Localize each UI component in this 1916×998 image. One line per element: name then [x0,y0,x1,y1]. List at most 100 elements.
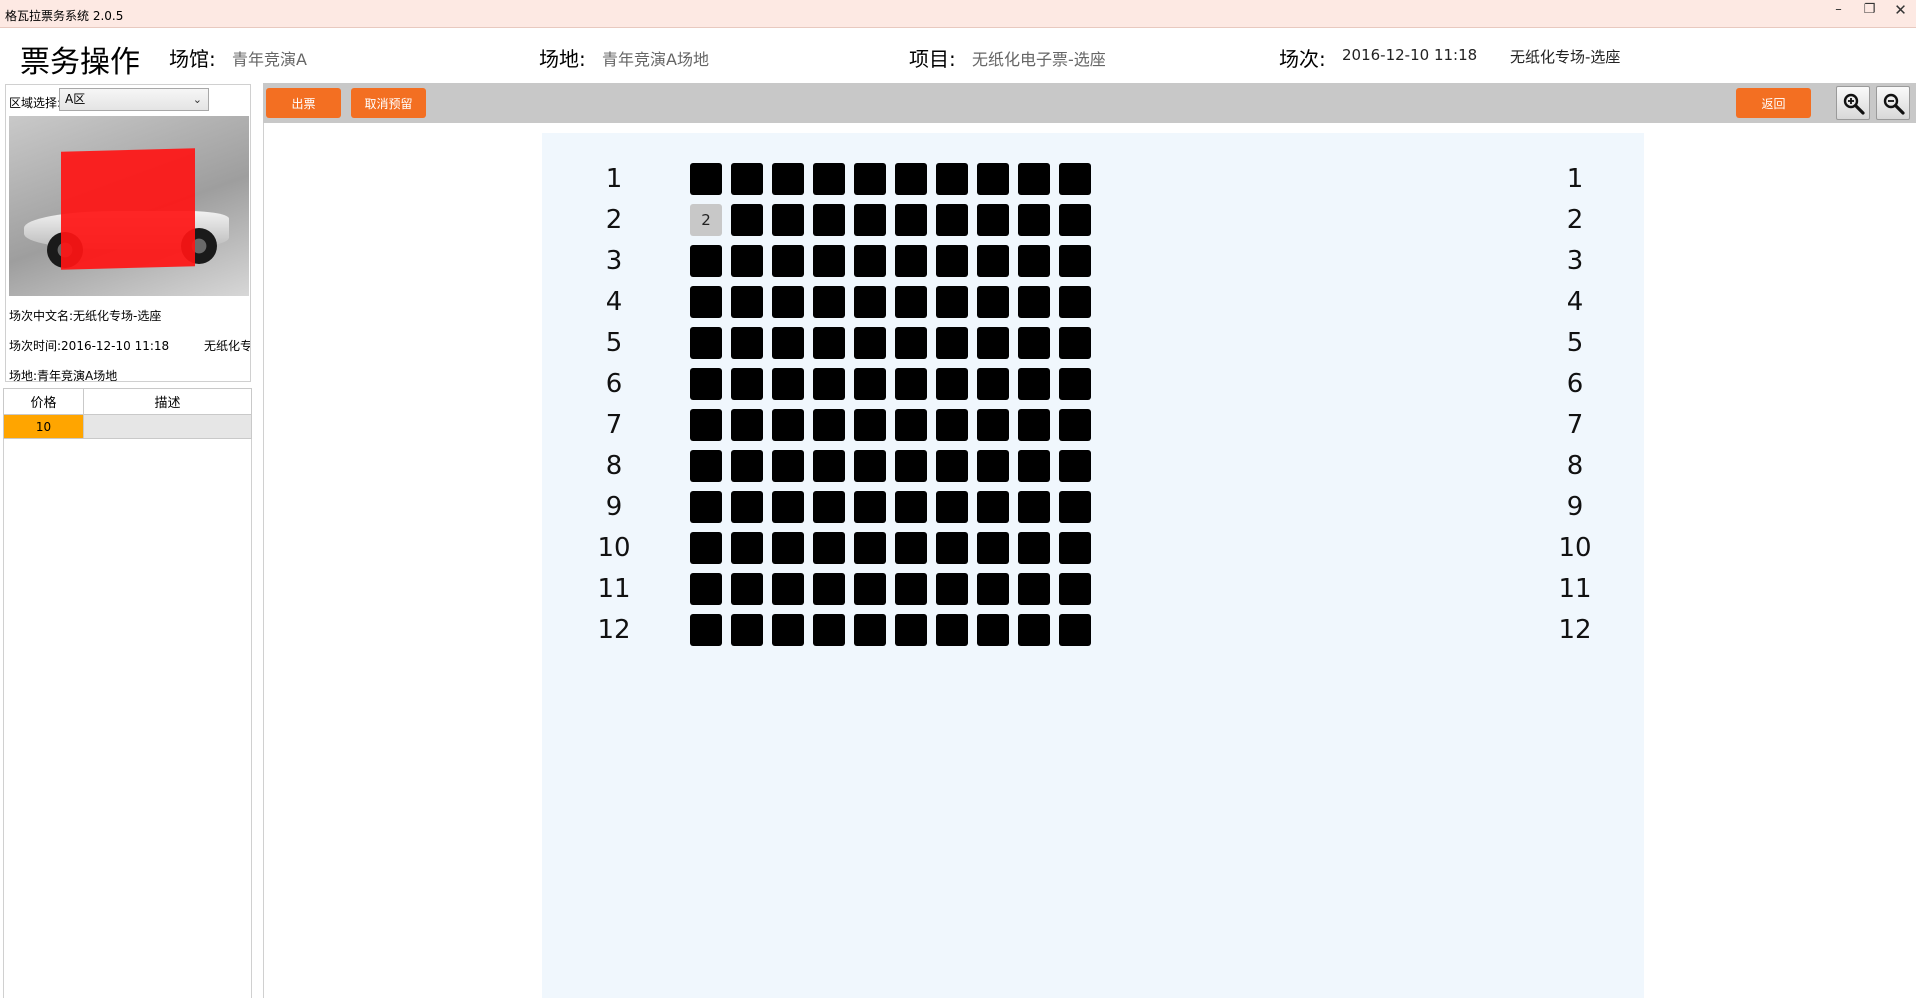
seat[interactable] [895,368,927,400]
seat[interactable] [1018,491,1050,523]
table-row[interactable]: 10 [3,414,252,439]
seat[interactable] [690,163,722,195]
seat[interactable] [936,163,968,195]
seat[interactable] [772,286,804,318]
seat[interactable] [1059,327,1091,359]
zoom-out-button[interactable] [1876,86,1910,120]
seat[interactable] [731,491,763,523]
seat[interactable] [772,368,804,400]
seat[interactable] [854,245,886,277]
seat[interactable] [731,573,763,605]
seat[interactable] [1018,245,1050,277]
seat[interactable] [813,286,845,318]
seat[interactable] [977,204,1009,236]
seat[interactable] [690,573,722,605]
seat[interactable] [977,491,1009,523]
seat[interactable] [895,573,927,605]
seat[interactable] [977,327,1009,359]
seat[interactable] [895,450,927,482]
seat[interactable] [977,614,1009,646]
seat[interactable] [1059,491,1091,523]
zoom-in-button[interactable] [1836,86,1870,120]
seat[interactable] [936,327,968,359]
seat[interactable] [690,614,722,646]
seat[interactable] [1018,327,1050,359]
seat[interactable] [854,286,886,318]
seat[interactable] [772,573,804,605]
seat[interactable] [731,450,763,482]
seat[interactable] [895,614,927,646]
seat[interactable] [731,368,763,400]
seat[interactable] [1018,409,1050,441]
seat[interactable] [854,450,886,482]
seat[interactable] [690,491,722,523]
seat[interactable] [854,409,886,441]
seat[interactable] [813,573,845,605]
seat[interactable] [731,204,763,236]
seat[interactable] [854,327,886,359]
seat[interactable] [813,409,845,441]
seat[interactable] [1059,409,1091,441]
seat[interactable] [813,245,845,277]
seat[interactable] [936,491,968,523]
seat[interactable] [854,532,886,564]
seat[interactable] [895,163,927,195]
seat[interactable] [1059,204,1091,236]
seat[interactable] [731,163,763,195]
seat[interactable] [1018,450,1050,482]
seat[interactable] [690,368,722,400]
seat[interactable] [895,409,927,441]
seat[interactable] [813,491,845,523]
seat[interactable] [895,327,927,359]
seat[interactable] [690,286,722,318]
seat[interactable] [895,491,927,523]
seat[interactable] [772,614,804,646]
area-select[interactable]: A区 ⌄ [59,88,209,111]
seat[interactable] [731,327,763,359]
seat[interactable] [1018,163,1050,195]
seat[interactable] [731,614,763,646]
seat[interactable] [895,204,927,236]
seat[interactable] [895,532,927,564]
seat[interactable] [1059,450,1091,482]
seat[interactable] [1059,245,1091,277]
seat[interactable] [1059,286,1091,318]
seat[interactable] [1059,163,1091,195]
seat[interactable] [1018,286,1050,318]
description-cell[interactable] [83,414,252,439]
seat[interactable] [1018,614,1050,646]
seat[interactable] [977,286,1009,318]
seat[interactable] [977,368,1009,400]
seat[interactable] [936,532,968,564]
seat[interactable] [936,450,968,482]
seat[interactable] [731,286,763,318]
seat[interactable] [772,409,804,441]
seat[interactable] [1018,573,1050,605]
seat[interactable] [1059,368,1091,400]
seat[interactable] [772,450,804,482]
seat[interactable] [1018,204,1050,236]
seat[interactable] [936,368,968,400]
seat-selected[interactable]: 2 [690,204,722,236]
seat[interactable] [1018,532,1050,564]
seat[interactable] [772,163,804,195]
seat[interactable] [690,409,722,441]
seat[interactable] [854,368,886,400]
seat[interactable] [772,491,804,523]
seat[interactable] [731,532,763,564]
close-button[interactable]: ✕ [1885,0,1916,20]
cancel-reservation-button[interactable]: 取消预留 [351,88,426,118]
seat[interactable] [1059,614,1091,646]
seat[interactable] [854,573,886,605]
seat[interactable] [813,163,845,195]
seat[interactable] [690,327,722,359]
seat[interactable] [772,327,804,359]
seat[interactable] [813,614,845,646]
seat[interactable] [772,245,804,277]
seat[interactable] [977,573,1009,605]
seat[interactable] [854,163,886,195]
area-a-highlight[interactable] [61,148,195,270]
seat[interactable] [977,450,1009,482]
price-cell[interactable]: 10 [3,414,84,439]
seat[interactable] [854,614,886,646]
